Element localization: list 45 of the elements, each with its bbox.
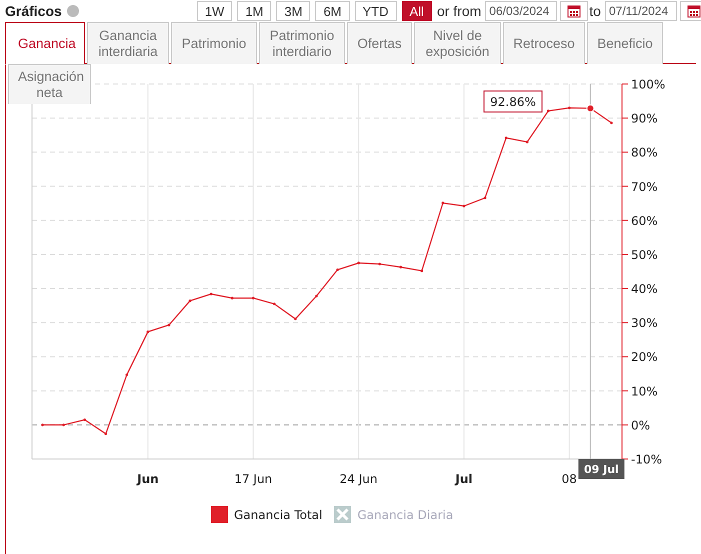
axis-label: 08 <box>562 472 577 486</box>
range-button[interactable]: 3M <box>276 1 310 21</box>
axis-label: 80% <box>631 146 658 160</box>
range-button[interactable]: YTD <box>354 1 396 21</box>
range-button[interactable]: All <box>402 1 432 21</box>
calendar-icon[interactable] <box>680 1 701 21</box>
legend-label[interactable]: Ganancia Total <box>234 508 322 522</box>
to-label: to <box>589 3 601 19</box>
tab[interactable]: Ganancia interdiaria <box>87 22 169 64</box>
tab[interactable]: Retroceso <box>503 22 585 64</box>
tab[interactable]: Patrimonio interdiario <box>259 22 345 64</box>
range-button[interactable]: 1W <box>196 1 232 21</box>
tab[interactable]: Ofertas <box>347 22 412 64</box>
axis-label: 100% <box>631 78 666 92</box>
axis-label: 40% <box>631 282 658 296</box>
legend-swatch-icon[interactable] <box>211 506 228 523</box>
tab[interactable]: Nivel de exposición <box>414 22 501 64</box>
range-button[interactable]: 6M <box>315 1 350 21</box>
axis-label: Jun <box>137 472 159 486</box>
tab[interactable]: Ganancia <box>5 22 85 65</box>
axis-label: 90% <box>631 112 658 126</box>
axis-label: 30% <box>631 316 658 330</box>
axis-label: 17 Jun <box>234 472 272 486</box>
from-label: or from <box>436 3 482 19</box>
value-tooltip: 92.86% <box>484 90 542 112</box>
axis-label: 60% <box>631 214 658 228</box>
axis-label: 24 Jun <box>340 472 378 486</box>
tab[interactable]: Beneficio <box>587 22 663 64</box>
section-title: Gráficos <box>5 3 62 19</box>
axis-label: 10% <box>631 384 658 398</box>
range-button[interactable]: 1M <box>237 1 272 21</box>
help-icon[interactable] <box>66 5 79 17</box>
axis-label: 70% <box>631 180 658 194</box>
date-field[interactable]: 07/11/2024 <box>604 1 677 21</box>
axis-label: 0% <box>631 418 650 432</box>
axis-label: -10% <box>631 452 662 466</box>
axis-label: 20% <box>631 350 658 364</box>
axis-label: 50% <box>631 248 658 262</box>
legend-swatch-icon[interactable] <box>334 506 352 523</box>
date-field[interactable]: 06/03/2024 <box>485 1 558 21</box>
axis-label: Jul <box>455 472 473 486</box>
calendar-icon[interactable] <box>560 1 588 21</box>
date-tooltip: 09 Jul <box>578 459 624 479</box>
tab[interactable]: Patrimonio <box>171 22 257 64</box>
tab[interactable]: Asignación neta <box>8 64 91 104</box>
